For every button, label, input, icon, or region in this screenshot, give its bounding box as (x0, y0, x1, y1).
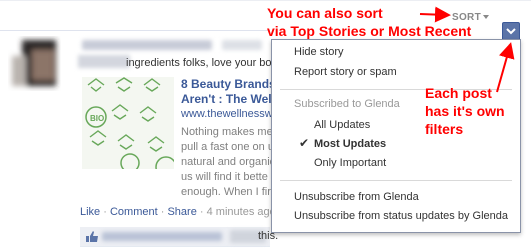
arrow-to-options (496, 42, 515, 93)
annotation-arrows (419, 6, 515, 93)
arrow-to-sort (419, 6, 451, 23)
